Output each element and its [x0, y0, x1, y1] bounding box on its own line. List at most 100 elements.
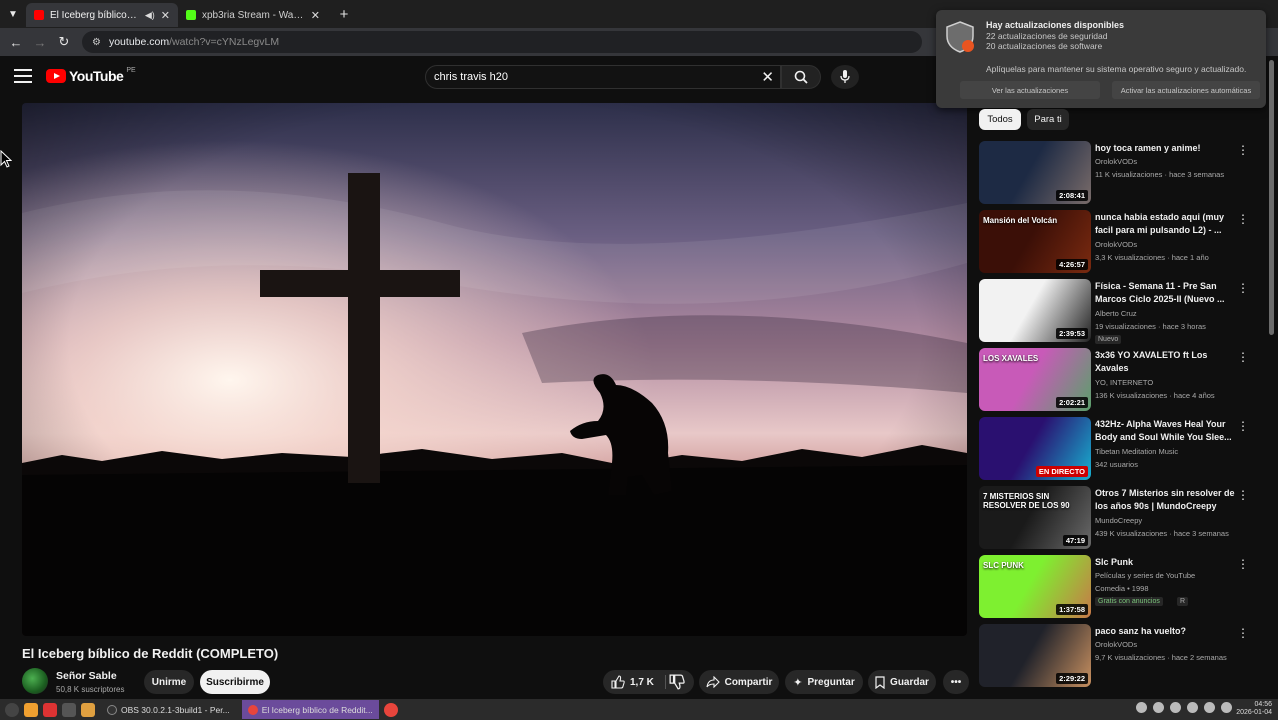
taskbar-app-browser[interactable]: El Iceberg bíblico de Reddit... [241, 700, 379, 719]
chip-todos[interactable]: Todos [979, 109, 1021, 130]
forward-button[interactable]: → [30, 32, 50, 52]
menu-icon[interactable] [14, 69, 32, 83]
more-options-icon[interactable]: ⋮ [1237, 350, 1249, 364]
recommendation-channel[interactable]: Películas y series de YouTube [1095, 571, 1195, 580]
tab-list-button[interactable]: ▼ [0, 0, 26, 28]
search-button[interactable] [781, 65, 821, 89]
join-button[interactable]: Unirme [144, 670, 194, 694]
url-field[interactable]: ⚙ youtube.com/watch?v=cYNzLegvLM [82, 31, 922, 53]
video-thumbnail[interactable]: 2:39:53 [979, 279, 1091, 342]
terminal-icon[interactable] [62, 702, 76, 717]
enable-auto-updates-button[interactable]: Activar las actualizaciones automáticas [1112, 81, 1260, 99]
video-thumbnail[interactable]: EN DIRECTO [979, 417, 1091, 480]
battery-tray-icon[interactable] [1221, 702, 1232, 713]
recommendation-item[interactable]: LOS XAVALES 2:02:21 3x36 YO XAVALETO ft Lo… [979, 348, 1269, 414]
speaker-icon[interactable]: ◀) [145, 10, 155, 21]
start-menu-icon[interactable] [5, 702, 19, 717]
network-tray-icon[interactable] [1170, 702, 1181, 713]
video-thumbnail[interactable]: 2:08:41 [979, 141, 1091, 204]
folder-icon[interactable] [81, 702, 95, 717]
chrome-icon[interactable] [383, 702, 398, 717]
video-player[interactable] [22, 103, 967, 636]
share-button[interactable]: Compartir [699, 670, 779, 694]
recommendation-channel[interactable]: OrolokVODs [1095, 240, 1137, 249]
taskbar-app-obs[interactable]: OBS 30.0.2.1-3build1 - Per... [101, 700, 236, 719]
chip-para-ti[interactable]: Para ti [1027, 109, 1069, 130]
site-info-icon[interactable]: ⚙ [92, 37, 101, 48]
video-thumbnail[interactable]: LOS XAVALES 2:02:21 [979, 348, 1091, 411]
recommendation-meta: 11 K visualizaciones · hace 3 semanas [1095, 170, 1225, 179]
recommendation-meta: 9,7 K visualizaciones · hace 2 semanas [1095, 653, 1227, 662]
more-options-icon[interactable]: ⋮ [1237, 212, 1249, 226]
more-options-icon[interactable]: ⋮ [1237, 143, 1249, 157]
app-icon[interactable] [43, 702, 57, 717]
recommendation-item[interactable]: EN DIRECTO 432Hz- Alpha Waves Heal Your B… [979, 417, 1269, 483]
thumbs-down-icon[interactable] [669, 674, 685, 690]
recommendation-title[interactable]: nunca habia estado aqui (muy facil para … [1095, 211, 1243, 237]
subscribe-button[interactable]: Suscribirme [200, 670, 270, 694]
tab-youtube[interactable]: El Iceberg bíblico de Reddit (COMPLETO) … [26, 3, 178, 27]
share-label: Compartir [724, 676, 773, 688]
more-options-icon[interactable]: ⋮ [1237, 557, 1249, 571]
ask-button[interactable]: ✦ Preguntar [785, 670, 863, 694]
video-duration: 47:19 [1062, 535, 1088, 546]
reload-button[interactable]: ↻ [54, 32, 74, 52]
discord-tray-icon[interactable] [1136, 702, 1147, 713]
like-button[interactable]: 1,7 K [603, 670, 694, 694]
files-icon[interactable] [24, 702, 38, 717]
clear-search-icon[interactable]: ✕ [761, 68, 774, 86]
view-updates-button[interactable]: Ver las actualizaciones [960, 81, 1100, 99]
save-button[interactable]: Guardar [868, 670, 936, 694]
youtube-logo[interactable]: YouTube PE [46, 67, 136, 84]
video-thumbnail[interactable]: 7 MISTERIOS SIN RESOLVER DE LOS 90 47:19 [979, 486, 1091, 549]
close-tab-icon[interactable]: ✕ [161, 9, 170, 22]
more-options-icon[interactable]: ⋮ [1237, 281, 1249, 295]
more-options-icon[interactable]: ⋮ [1237, 626, 1249, 640]
page-scrollbar[interactable] [1269, 60, 1274, 335]
more-actions-button[interactable]: ••• [943, 670, 969, 694]
voice-search-button[interactable] [831, 65, 859, 89]
back-button[interactable]: ← [6, 32, 26, 52]
recommendation-channel[interactable]: Alberto Cruz [1095, 309, 1137, 318]
more-options-icon[interactable]: ⋮ [1237, 488, 1249, 502]
recommendation-title[interactable]: Otros 7 Misterios sin resolver de los añ… [1095, 487, 1243, 513]
recommendation-title[interactable]: Slc Punk [1095, 556, 1243, 569]
recommendation-title[interactable]: Física - Semana 11 - Pre San Marcos Cicl… [1095, 280, 1243, 306]
recommendation-title[interactable]: paco sanz ha vuelto? [1095, 625, 1243, 638]
update-notification[interactable]: Hay actualizaciones disponibles 22 actua… [936, 10, 1266, 108]
recommendation-channel[interactable]: Tibetan Meditation Music [1095, 447, 1178, 456]
recommendation-channel[interactable]: OrolokVODs [1095, 157, 1137, 166]
video-duration: 2:29:22 [1056, 673, 1088, 684]
tab-title: xpb3ria Stream - Watch Live [202, 9, 305, 21]
video-thumbnail[interactable]: Mansión del Volcán 4:26:57 [979, 210, 1091, 273]
volume-tray-icon[interactable] [1204, 702, 1215, 713]
recommendation-item[interactable]: 2:08:41 hoy toca ramen y anime! OrolokVODs… [979, 141, 1269, 207]
recommendation-item[interactable]: 2:39:53 Física - Semana 11 - Pre San Marc… [979, 279, 1269, 345]
recommendation-title[interactable]: 432Hz- Alpha Waves Heal Your Body and So… [1095, 418, 1243, 444]
recommendation-channel[interactable]: YO, INTERNETO [1095, 378, 1153, 387]
ask-label: Preguntar [807, 676, 855, 688]
search-input[interactable]: chris travis h20 ✕ [425, 65, 781, 89]
recommendation-item[interactable]: 2:29:22 paco sanz ha vuelto? OrolokVODs 9,7… [979, 624, 1269, 690]
recommendation-item[interactable]: 7 MISTERIOS SIN RESOLVER DE LOS 90 47:19 O… [979, 486, 1269, 552]
notification-title: Hay actualizaciones disponibles [986, 20, 1125, 30]
video-thumbnail[interactable]: SLC PUNK 1:37:58 [979, 555, 1091, 618]
clock[interactable]: 04:56 2026-01-04 [1236, 701, 1272, 717]
channel-avatar[interactable] [22, 668, 48, 694]
recommendation-title[interactable]: hoy toca ramen y anime! [1095, 142, 1243, 155]
recommendation-item[interactable]: Mansión del Volcán 4:26:57 nunca habia est… [979, 210, 1269, 276]
tab-kick[interactable]: xpb3ria Stream - Watch Live ✕ [178, 3, 328, 27]
steam-tray-icon[interactable] [1153, 702, 1164, 713]
close-tab-icon[interactable]: ✕ [311, 9, 320, 22]
recommendation-channel[interactable]: MundoCreepy [1095, 516, 1142, 525]
bookmark-icon [875, 675, 885, 689]
new-tab-button[interactable]: + [332, 2, 356, 26]
recommendation-channel[interactable]: OrolokVODs [1095, 640, 1137, 649]
recommendation-title[interactable]: 3x36 YO XAVALETO ft Los Xavales [1095, 349, 1243, 375]
channel-name[interactable]: Señor Sable [56, 670, 117, 682]
video-thumbnail[interactable]: 2:29:22 [979, 624, 1091, 687]
bluetooth-tray-icon[interactable] [1187, 702, 1198, 713]
more-options-icon[interactable]: ⋮ [1237, 419, 1249, 433]
recommendation-item[interactable]: SLC PUNK 1:37:58 Slc Punk Películas y serie… [979, 555, 1269, 621]
thumbnail-text: LOS XAVALES [983, 354, 1039, 363]
